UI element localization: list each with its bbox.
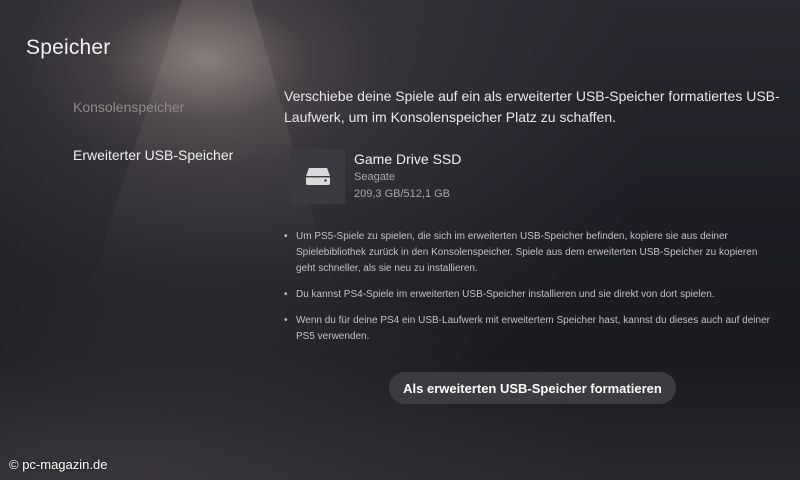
external-drive-icon: [306, 168, 330, 185]
bullet-icon: •: [284, 289, 288, 300]
info-note-text: Um PS5-Spiele zu spielen, die sich im er…: [296, 231, 758, 274]
storage-settings-screen: Speicher Konsolenspeicher Erweiterter US…: [0, 0, 800, 480]
info-note: • Wenn du für deine PS4 ein USB-Laufwerk…: [284, 313, 774, 345]
format-as-extended-storage-button[interactable]: Als erweiterten USB-Speicher formatieren: [389, 372, 676, 404]
info-notes-list: • Um PS5-Spiele zu spielen, die sich im …: [284, 229, 774, 355]
bullet-icon: •: [284, 315, 288, 326]
drive-card[interactable]: Game Drive SSD Seagate 209,3 GB/512,1 GB: [290, 149, 590, 205]
info-note-text: Wenn du für deine PS4 ein USB-Laufwerk m…: [296, 315, 770, 342]
bullet-icon: •: [284, 231, 288, 242]
drive-icon-tile: [290, 149, 345, 204]
info-note: • Du kannst PS4-Spiele im erweiterten US…: [284, 287, 774, 303]
page-title: Speicher: [26, 36, 111, 59]
sidebar-item-extended-usb-storage[interactable]: Erweiterter USB-Speicher: [73, 147, 233, 163]
info-note: • Um PS5-Spiele zu spielen, die sich im …: [284, 229, 774, 277]
drive-name: Game Drive SSD: [354, 151, 462, 167]
drive-manufacturer: Seagate: [354, 171, 395, 183]
storage-description: Verschiebe deine Spiele auf ein als erwe…: [284, 88, 780, 125]
info-note-text: Du kannst PS4-Spiele im erweiterten USB-…: [296, 289, 715, 300]
watermark: © pc-magazin.de: [9, 457, 108, 472]
sidebar-item-console-storage[interactable]: Konsolenspeicher: [73, 99, 184, 115]
drive-capacity: 209,3 GB/512,1 GB: [354, 188, 451, 200]
